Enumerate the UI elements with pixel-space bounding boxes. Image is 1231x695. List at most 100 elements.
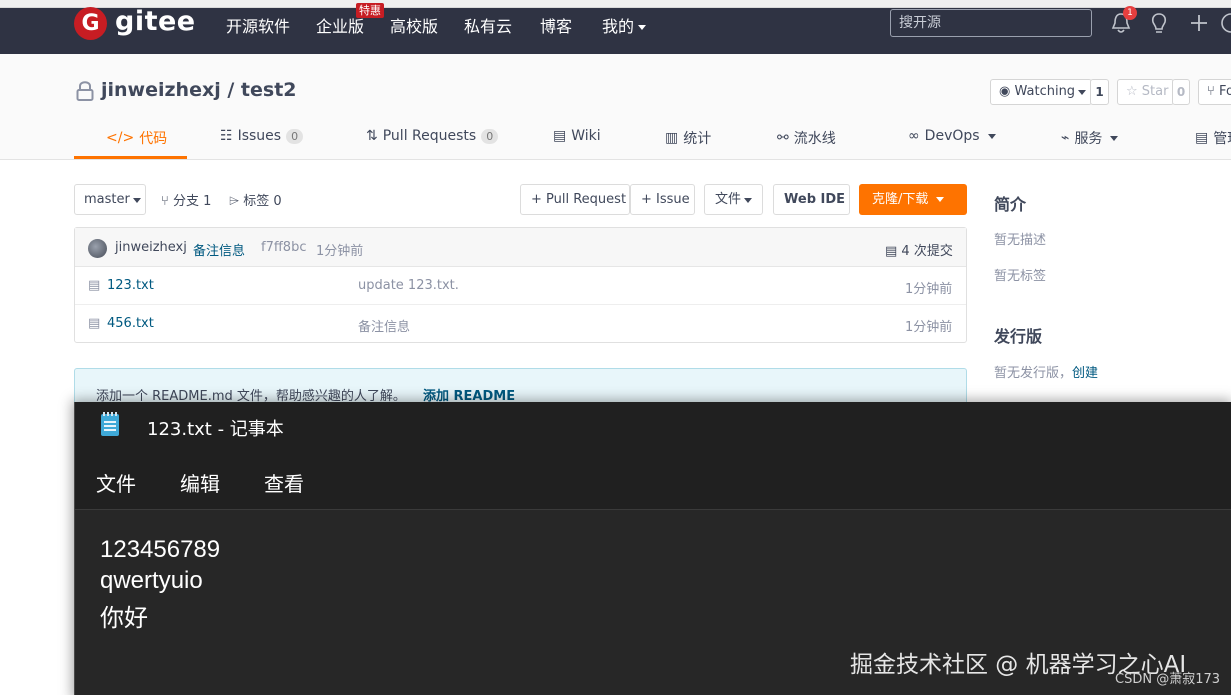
chevron-down-icon <box>1078 90 1087 95</box>
fork-button[interactable]: ⑂ Fo <box>1198 79 1231 105</box>
tab-devops-label: DevOps <box>924 128 980 144</box>
lightbulb-icon[interactable] <box>1148 11 1170 35</box>
fork-label: Fo <box>1218 84 1231 99</box>
tab-services-label: 服务 <box>1074 131 1103 147</box>
history-icon: ▤ <box>885 244 902 259</box>
commit-count-link[interactable]: ▤ 4 次提交 <box>885 240 953 259</box>
nav-mine-dropdown[interactable]: 我的 <box>602 13 647 37</box>
no-release-label: 暂无发行版， <box>994 366 1073 381</box>
menu-file[interactable]: 文件 <box>96 468 136 497</box>
gitee-logo-text[interactable]: gitee <box>115 6 196 37</box>
tab-pull-requests[interactable]: ⇅ Pull Requests 0 <box>366 128 499 144</box>
infinity-icon: ∞ <box>908 128 920 144</box>
file-name[interactable]: 123.txt <box>107 278 154 293</box>
lock-icon <box>76 81 94 101</box>
eye-icon: ◉ <box>999 84 1015 99</box>
file-time: 1分钟前 <box>905 320 953 335</box>
create-release-link[interactable]: 创建 <box>1072 366 1098 381</box>
branch-select[interactable]: master <box>74 184 146 215</box>
tab-services[interactable]: ⌁ 服务 <box>1061 128 1119 148</box>
nav-private-cloud[interactable]: 私有云 <box>464 13 512 37</box>
commit-count-label: 4 次提交 <box>901 244 953 259</box>
tab-stats-label: 统计 <box>683 131 712 147</box>
no-release-text: 暂无发行版，创建 <box>994 362 1098 381</box>
table-row: ▤ 123.txt update 123.txt. 1分钟前 <box>75 267 966 305</box>
clone-download-button[interactable]: 克隆/下载 <box>859 184 967 215</box>
gitee-logo-icon[interactable]: G <box>74 7 107 40</box>
chevron-down-icon <box>744 198 753 203</box>
tab-wiki-label: Wiki <box>571 128 601 144</box>
star-label: Star <box>1141 84 1169 99</box>
tab-issues[interactable]: ☷ Issues 0 <box>220 128 304 144</box>
web-ide-button[interactable]: Web IDE <box>773 184 850 215</box>
tab-pipeline[interactable]: ⚯ 流水线 <box>777 128 836 148</box>
star-button[interactable]: ☆ Star <box>1117 79 1174 105</box>
tag-icon: ⌲ <box>229 194 244 209</box>
avatar[interactable] <box>88 239 107 258</box>
issues-count: 0 <box>286 128 304 144</box>
branches-link[interactable]: ⑂ 分支 1 <box>161 190 211 209</box>
chevron-down-icon <box>132 198 141 203</box>
nav-blog[interactable]: 博客 <box>540 13 572 37</box>
file-commit-message[interactable]: 备注信息 <box>358 316 410 335</box>
notepad-menubar <box>75 448 1231 510</box>
chevron-down-icon <box>1110 135 1119 141</box>
issues-icon: ☷ <box>220 128 233 144</box>
table-row: ▤ 456.txt 备注信息 1分钟前 <box>75 305 966 343</box>
chevron-down-icon <box>936 197 945 202</box>
releases-heading: 发行版 <box>994 327 1043 346</box>
text-line[interactable]: 123456789 <box>100 536 220 564</box>
menu-edit[interactable]: 编辑 <box>180 468 220 497</box>
star-icon: ☆ <box>1126 84 1142 99</box>
star-count[interactable]: 0 <box>1172 79 1190 105</box>
tab-pr-label: Pull Requests <box>382 128 477 144</box>
file-dropdown[interactable]: 文件 <box>704 184 763 215</box>
commit-hash[interactable]: f7ff8bc <box>261 240 306 255</box>
pull-request-button[interactable]: + Pull Request <box>520 184 630 215</box>
tab-stats[interactable]: ▥ 统计 <box>665 128 711 148</box>
new-issue-button[interactable]: + Issue <box>630 184 695 215</box>
promo-badge: 特惠 <box>356 3 384 18</box>
file-icon: ▤ <box>88 316 101 331</box>
commit-author[interactable]: jinweizhexj <box>115 240 187 255</box>
tab-manage[interactable]: ▤管理 <box>1195 128 1231 148</box>
nav-open-source[interactable]: 开源软件 <box>226 13 290 37</box>
watch-count[interactable]: 1 <box>1090 79 1109 105</box>
notepad-icon <box>101 412 119 436</box>
notification-count-badge: 1 <box>1123 6 1137 20</box>
tab-code-label: 代码 <box>139 131 168 147</box>
bar-chart-icon: ▥ <box>665 130 679 146</box>
chevron-down-icon <box>987 133 996 139</box>
watch-button[interactable]: ◉ Watching <box>990 79 1092 105</box>
commit-message[interactable]: 备注信息 <box>193 240 245 259</box>
tab-manage-label: 管理 <box>1213 131 1231 147</box>
repo-header <box>0 54 1231 160</box>
tags-label: 标签 0 <box>243 194 282 209</box>
branches-label: 分支 1 <box>172 194 212 209</box>
tab-code[interactable]: </> 代码 <box>106 128 167 148</box>
notepad-titlebar[interactable]: 123.txt - 记事本 <box>75 402 1231 448</box>
tags-link[interactable]: ⌲ 标签 0 <box>229 190 282 209</box>
code-icon: </> <box>106 130 135 146</box>
tab-pipeline-label: 流水线 <box>793 131 836 147</box>
repo-title[interactable]: jinweizhexj / test2 <box>101 79 297 101</box>
text-line[interactable]: 你好 <box>100 598 148 633</box>
file-dropdown-label: 文件 <box>715 192 742 207</box>
tab-devops[interactable]: ∞ DevOps <box>908 128 996 144</box>
nav-education[interactable]: 高校版 <box>390 13 438 37</box>
pipeline-icon: ⚯ <box>777 130 789 146</box>
pull-request-icon: ⇅ <box>366 128 378 144</box>
text-line[interactable]: qwertyuio <box>100 567 203 595</box>
notepad-title: 123.txt - 记事本 <box>147 419 284 440</box>
menu-view[interactable]: 查看 <box>264 468 304 497</box>
avatar[interactable] <box>1220 11 1231 35</box>
file-commit-message[interactable]: update 123.txt. <box>358 278 459 293</box>
pulse-icon: ⌁ <box>1061 130 1070 146</box>
file-name[interactable]: 456.txt <box>107 316 154 331</box>
search-input[interactable] <box>890 9 1092 37</box>
file-icon: ▤ <box>88 278 101 293</box>
plus-icon[interactable] <box>1188 11 1210 35</box>
latest-commit-row: jinweizhexj 备注信息 f7ff8bc 1分钟前 ▤ 4 次提交 <box>75 228 966 267</box>
branch-icon: ⑂ <box>161 194 173 209</box>
tab-wiki[interactable]: ▤ Wiki <box>553 128 601 144</box>
